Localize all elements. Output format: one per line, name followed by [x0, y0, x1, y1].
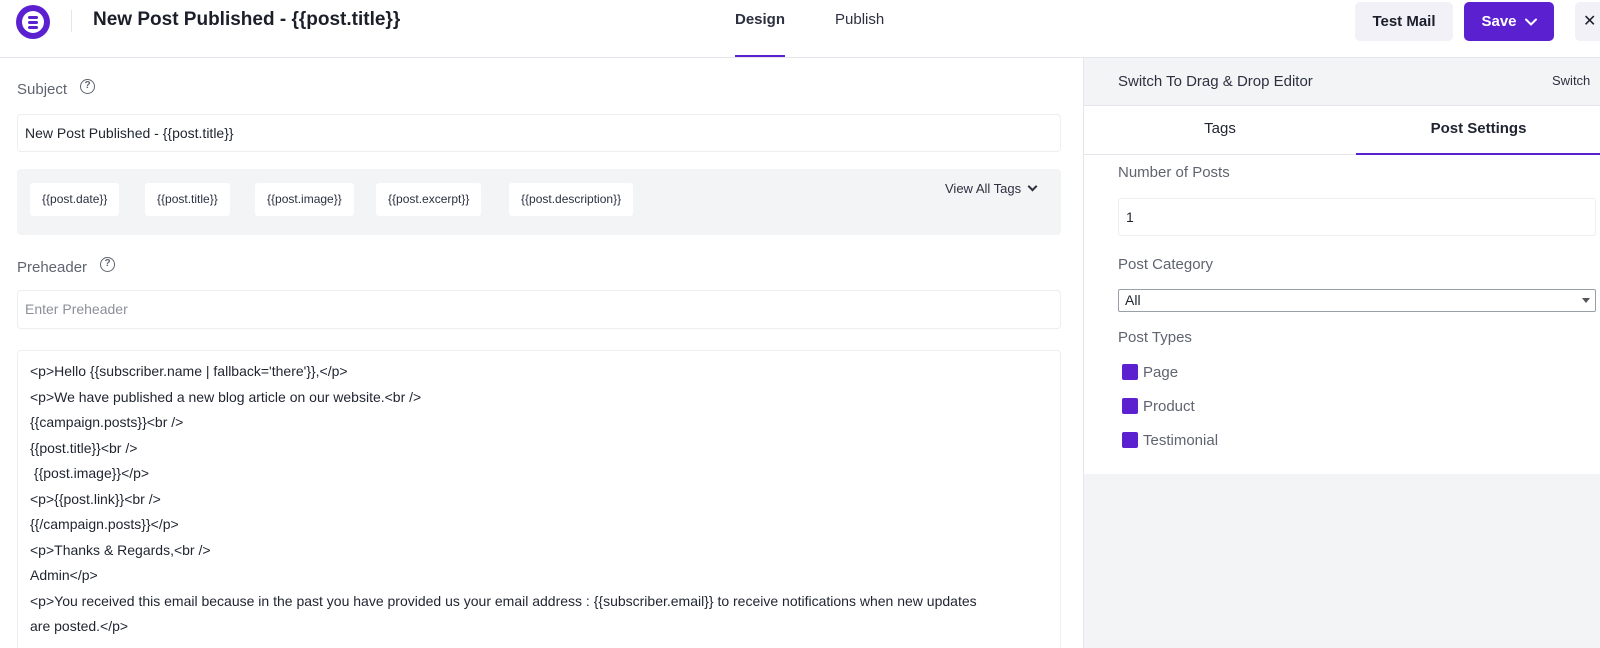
number-of-posts-label: Number of Posts	[1118, 164, 1230, 181]
post-type-label: Page	[1143, 363, 1179, 381]
code-line: <p>We have published a new blog article …	[30, 388, 422, 405]
checkbox-checked-icon	[1122, 364, 1138, 380]
switch-editor-button[interactable]: Switch	[1552, 73, 1590, 88]
code-line: <p>Hello {{subscriber.name | fallback='t…	[30, 363, 348, 379]
tab-publish[interactable]: Publish	[835, 11, 884, 28]
top-bar: New Post Published - {{post.title}} Desi…	[0, 0, 1600, 58]
post-settings-card: Tags Post Settings Number of Posts 1 Pos…	[1084, 106, 1600, 474]
post-type-testimonial-checkbox[interactable]: Testimonial	[1122, 430, 1218, 450]
active-tab-indicator	[1356, 153, 1600, 155]
post-type-label: Product	[1143, 397, 1195, 415]
question-circle-icon[interactable]: ?	[80, 79, 95, 94]
merge-tags-bar: {{post.date}} {{post.title}} {{post.imag…	[17, 169, 1061, 235]
preheader-input[interactable]: Enter Preheader	[17, 290, 1061, 329]
settings-sidebar: Switch To Drag & Drop Editor Switch Tags…	[1083, 58, 1600, 648]
close-icon[interactable]: ✕	[1575, 2, 1600, 41]
post-category-select[interactable]: All	[1118, 289, 1596, 312]
tab-post-settings[interactable]: Post Settings	[1356, 106, 1600, 155]
checkbox-checked-icon	[1122, 398, 1138, 414]
code-line: <p>{{post.link}}<br />	[30, 490, 161, 507]
tab-design[interactable]: Design	[735, 11, 785, 28]
page-title: New Post Published - {{post.title}}	[93, 9, 401, 30]
email-body-editor[interactable]: <p>Hello {{subscriber.name | fallback='t…	[17, 350, 1061, 648]
test-mail-button[interactable]: Test Mail	[1355, 2, 1453, 41]
switch-editor-bar: Switch To Drag & Drop Editor Switch	[1084, 58, 1600, 106]
tag-chip-post-image[interactable]: {{post.image}}	[255, 183, 354, 216]
post-type-label: Testimonial	[1143, 431, 1219, 449]
question-circle-icon[interactable]: ?	[100, 257, 115, 272]
code-line: {{post.image}}</p>	[30, 465, 150, 481]
tag-chip-post-excerpt[interactable]: {{post.excerpt}}	[376, 183, 482, 216]
caret-down-icon	[1582, 298, 1590, 303]
subject-input[interactable]: New Post Published - {{post.title}}	[17, 114, 1061, 152]
post-type-page-checkbox[interactable]: Page	[1122, 362, 1178, 382]
post-types-label: Post Types	[1118, 329, 1192, 346]
save-button[interactable]: Save	[1464, 2, 1554, 41]
tag-chip-post-description[interactable]: {{post.description}}	[509, 183, 634, 216]
subject-label: Subject	[17, 81, 68, 98]
code-line: {{post.title}}<br />	[30, 439, 138, 456]
checkbox-checked-icon	[1122, 432, 1138, 448]
save-button-label: Save	[1481, 13, 1517, 30]
chevron-down-icon	[1027, 181, 1038, 192]
post-type-product-checkbox[interactable]: Product	[1122, 396, 1195, 416]
code-line: are posted.</p>	[30, 618, 129, 634]
code-line: <p>Thanks & Regards,<br />	[30, 541, 211, 558]
chevron-down-icon	[1524, 18, 1537, 26]
header-divider	[71, 10, 72, 32]
view-all-tags-button[interactable]: View All Tags	[945, 181, 1038, 196]
tab-tags[interactable]: Tags	[1084, 106, 1356, 155]
switch-editor-text: Switch To Drag & Drop Editor	[1118, 73, 1313, 90]
brand-logo-icon[interactable]	[16, 5, 50, 39]
code-line: <p>You received this email because in th…	[30, 592, 977, 609]
tag-chip-post-date[interactable]: {{post.date}}	[30, 183, 120, 216]
post-category-value: All	[1125, 292, 1141, 308]
code-line: {{/campaign.posts}}</p>	[30, 516, 179, 532]
number-of-posts-input[interactable]: 1	[1118, 198, 1596, 236]
code-line: Admin</p>	[30, 567, 98, 583]
view-all-tags-label: View All Tags	[945, 181, 1022, 196]
active-tab-indicator	[735, 55, 785, 57]
preheader-label: Preheader	[17, 259, 88, 276]
code-line: {{campaign.posts}}<br />	[30, 414, 184, 430]
post-category-label: Post Category	[1118, 256, 1214, 273]
tag-chip-post-title[interactable]: {{post.title}}	[145, 183, 230, 216]
